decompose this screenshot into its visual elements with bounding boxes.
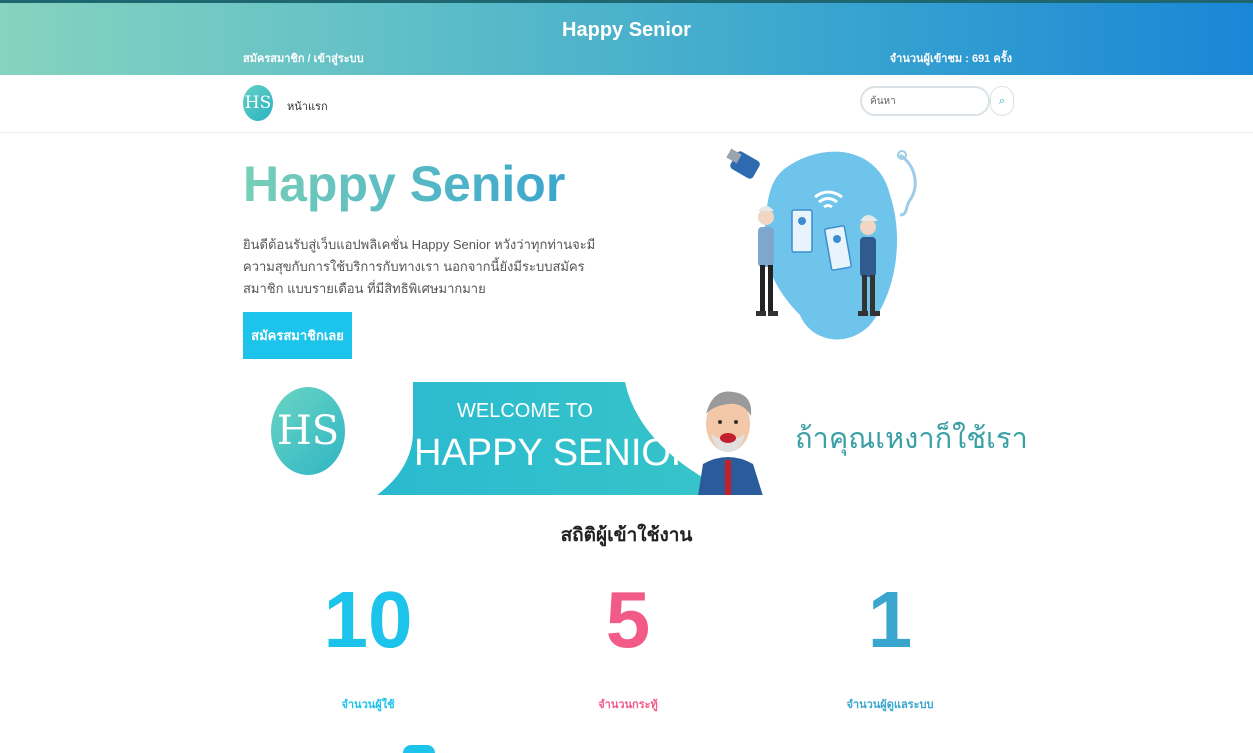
navbar: HS หน้าแรก ⌕ [0, 75, 1253, 133]
top-header: Happy Senior สมัครสมาชิก / เข้าสู่ระบบ จ… [0, 0, 1253, 75]
stat-admins-count: 1 [867, 575, 913, 664]
site-title: Happy Senior [562, 19, 691, 41]
stat-threads-label: จำนวนกระทู้ [598, 699, 658, 711]
hero-description: ยินดีต้อนรับสู่เว็บแอปพลิเคชั่น Happy Se… [243, 237, 596, 296]
section-badge [403, 745, 435, 753]
signup-now-button[interactable]: สมัครสมาชิกเลย [243, 312, 352, 359]
search-icon: ⌕ [998, 94, 1006, 107]
search-input[interactable] [860, 86, 990, 116]
register-login-link[interactable]: สมัครสมาชิก / เข้าสู่ระบบ [243, 49, 364, 67]
search-button[interactable]: ⌕ [990, 86, 1014, 116]
banner-logo: HS [271, 387, 345, 475]
banner-slogan: ถ้าคุณเหงาก็ใช้เรา [795, 423, 1028, 455]
stat-users-count: 10 [323, 575, 413, 664]
stat-users-label: จำนวนผู้ใช้ [341, 699, 395, 711]
stethoscope-icon [899, 153, 917, 217]
nav-home-link[interactable]: หน้าแรก [287, 97, 328, 115]
site-logo[interactable]: HS [243, 85, 273, 121]
banner-welcome-text: WELCOME TO [457, 400, 593, 422]
banner-name-text: HAPPY SENIOR [414, 432, 699, 474]
old-man-illustration [698, 391, 763, 495]
hero-title: Happy Senior [243, 156, 566, 212]
stats-title: สถิติผู้เข้าใช้งาน [560, 525, 693, 546]
stat-admins-label: จำนวนผู้ดูแลระบบ [846, 699, 934, 711]
hero-illustration [726, 148, 917, 340]
stat-threads-count: 5 [605, 575, 651, 664]
welcome-banner: HS WELCOME TO HAPPY SENIOR [243, 382, 780, 495]
visitor-count: จำนวนผู้เข้าชม : 691 ครั้ง [889, 53, 1012, 65]
id-card-left [791, 209, 813, 253]
